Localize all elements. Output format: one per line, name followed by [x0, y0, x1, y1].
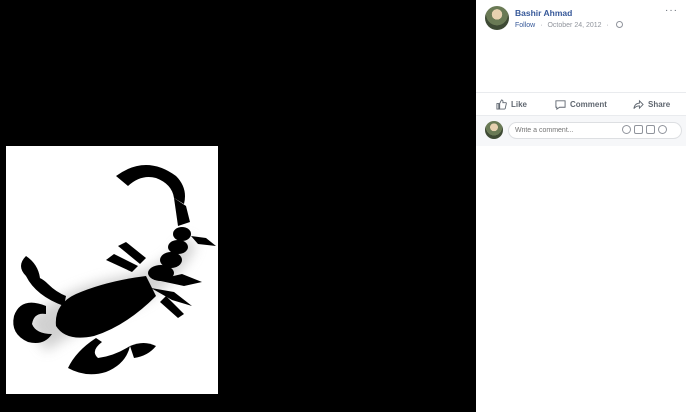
emoji-icon[interactable] — [622, 125, 631, 134]
gif-icon[interactable] — [646, 125, 655, 134]
comment-button[interactable]: Comment — [555, 96, 607, 112]
more-options-button[interactable]: ··· — [665, 5, 678, 16]
post-side-panel: Bashir Ahmad Follow · October 24, 2012 ·… — [476, 0, 686, 412]
speech-bubble-icon — [555, 99, 566, 110]
camera-icon[interactable] — [634, 125, 643, 134]
post-header: Bashir Ahmad Follow · October 24, 2012 ·… — [476, 0, 686, 40]
like-label: Like — [511, 99, 528, 109]
post-actions-bar: Like Comment Share — [476, 92, 686, 115]
post-meta: Follow · October 24, 2012 · — [515, 21, 623, 29]
sticker-icon[interactable] — [658, 125, 667, 134]
author-name[interactable]: Bashir Ahmad — [515, 8, 572, 18]
post-date[interactable]: October 24, 2012 — [547, 22, 601, 29]
scorpion-image — [13, 165, 216, 375]
meta-separator: · — [540, 22, 543, 29]
comment-input-icons — [622, 125, 667, 136]
share-button[interactable]: Share — [633, 96, 670, 112]
thumbs-up-icon — [496, 98, 507, 110]
post-photo[interactable] — [6, 146, 218, 394]
like-button[interactable]: Like — [496, 96, 527, 112]
comment-composer — [476, 115, 686, 146]
globe-icon — [615, 21, 623, 28]
share-label: Share — [648, 99, 671, 109]
viewer-avatar — [485, 121, 503, 139]
share-arrow-icon — [633, 99, 644, 109]
author-avatar[interactable] — [485, 6, 509, 30]
follow-link[interactable]: Follow — [515, 22, 535, 29]
meta-separator-2: · — [606, 22, 609, 29]
photo-viewer-stage — [0, 0, 476, 412]
comment-label: Comment — [570, 99, 607, 109]
